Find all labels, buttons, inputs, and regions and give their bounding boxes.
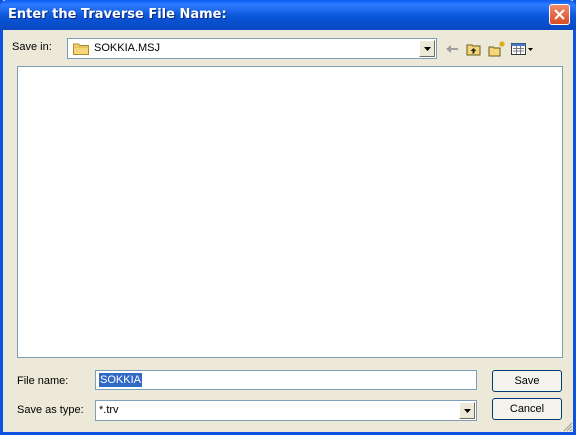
save-dialog: Enter the Traverse File Name: Save in: S…: [0, 0, 576, 435]
title-bar[interactable]: Enter the Traverse File Name:: [0, 0, 576, 30]
save-in-label: Save in:: [12, 41, 52, 53]
save-button[interactable]: Save: [492, 370, 562, 392]
chevron-down-icon: [464, 409, 471, 413]
views-menu-icon: [511, 43, 533, 55]
close-button[interactable]: [549, 4, 570, 25]
back-button[interactable]: [444, 40, 460, 58]
save-in-dropdown[interactable]: SOKKIA.MSJ: [67, 38, 437, 59]
chevron-down-icon: [424, 47, 431, 51]
window-title: Enter the Traverse File Name:: [8, 7, 227, 22]
folder-icon: [73, 43, 89, 55]
back-arrow-icon: [446, 45, 458, 53]
resize-grip-icon[interactable]: [561, 420, 573, 432]
file-name-label: File name:: [17, 375, 69, 387]
file-list-view[interactable]: [17, 66, 563, 358]
create-new-folder-button[interactable]: [488, 40, 506, 58]
up-folder-icon: [466, 44, 481, 56]
cancel-button[interactable]: Cancel: [492, 398, 562, 420]
save-as-type-value: *.trv: [99, 404, 119, 416]
file-name-value: SOKKIA: [99, 373, 142, 387]
views-menu-button[interactable]: [510, 40, 536, 58]
close-icon: [554, 9, 565, 20]
save-as-type-dropdown[interactable]: *.trv: [95, 400, 477, 421]
file-name-input[interactable]: SOKKIA: [95, 370, 477, 390]
save-in-value: SOKKIA.MSJ: [94, 42, 161, 54]
up-one-level-button[interactable]: [466, 40, 482, 58]
new-folder-icon: [488, 41, 505, 57]
save-in-dropdown-button[interactable]: [419, 40, 435, 57]
save-as-type-label: Save as type:: [17, 404, 84, 416]
save-as-type-dropdown-button[interactable]: [459, 402, 475, 419]
